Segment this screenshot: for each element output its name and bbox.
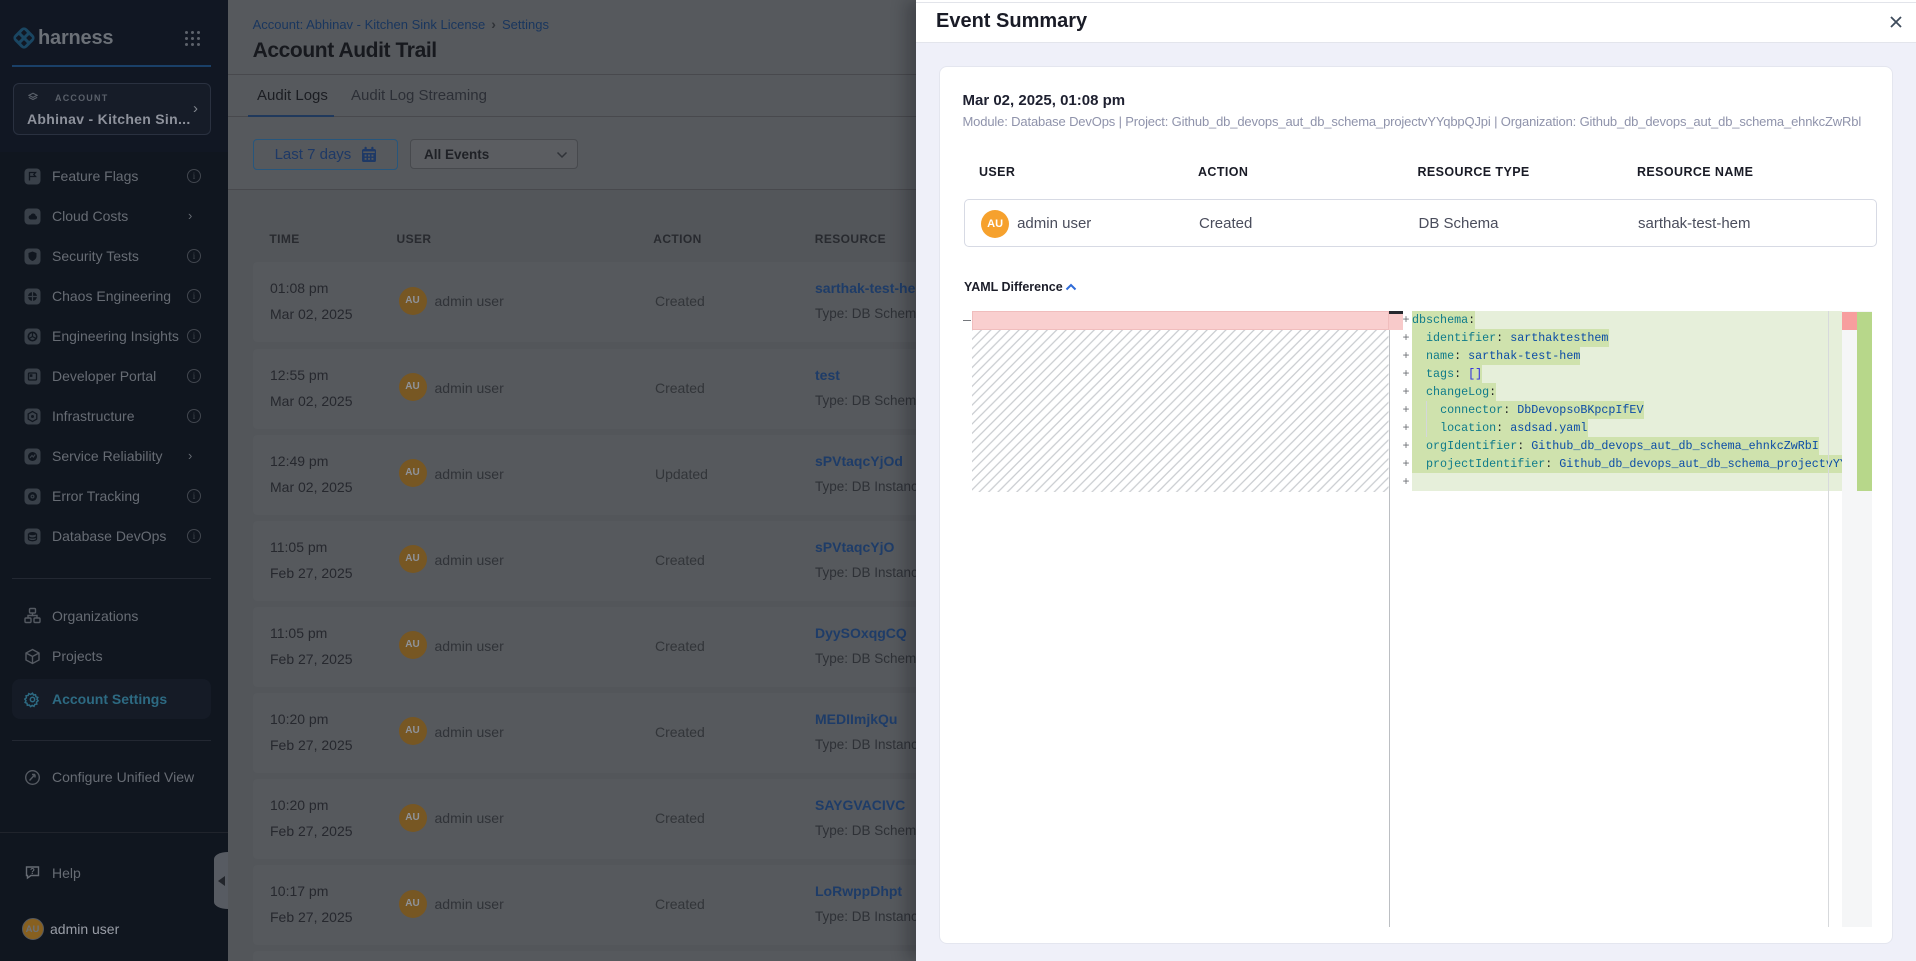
svg-text:?: ? [30,867,35,876]
